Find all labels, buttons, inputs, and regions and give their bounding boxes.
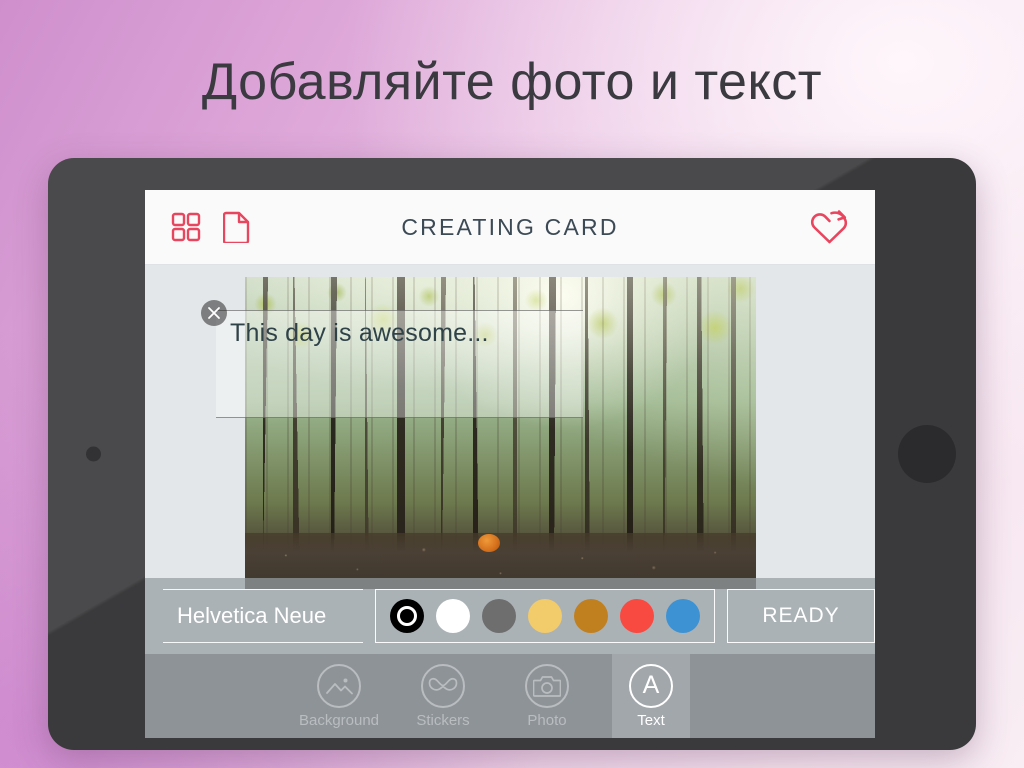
color-swatch-blue[interactable] [666,599,700,633]
text-overlay-box[interactable]: This day is awesome... [216,310,583,418]
font-selector[interactable]: Helvetica Neue [163,589,363,643]
image-icon [317,663,361,708]
navbar: CREATING CARD [145,190,875,265]
bottom-tabbar: Background Stickers Photo A Text [145,654,875,738]
navbar-left-actions [145,211,251,243]
tab-stickers[interactable]: Stickers [404,654,482,738]
home-button[interactable] [898,425,956,483]
text-overlay-value[interactable]: This day is awesome... [216,311,489,348]
photo-pumpkin [477,533,500,552]
page-title: CREATING CARD [401,213,619,240]
tab-background[interactable]: Background [298,654,380,738]
tab-stickers-label: Stickers [416,711,470,729]
grid-icon[interactable] [171,212,201,242]
tab-text-label: Text [637,711,665,729]
color-swatch-gold[interactable] [528,599,562,633]
mustache-icon [421,663,465,708]
tab-photo[interactable]: Photo [508,654,586,738]
ready-button-label: READY [762,604,840,627]
camera-icon [525,663,569,708]
color-swatch-row[interactable] [375,589,715,643]
tablet-device: CREATING CARD This day is awesome... Hel… [48,158,976,750]
font-name-label: Helvetica Neue [177,603,327,628]
page-icon[interactable] [223,211,251,243]
ready-button[interactable]: READY [727,589,875,643]
close-icon[interactable] [201,300,227,326]
tab-background-label: Background [298,711,380,729]
color-swatch-brown[interactable] [574,599,608,633]
heart-share-icon[interactable] [809,209,849,245]
navbar-right-actions [809,209,875,245]
card-canvas[interactable]: This day is awesome... Helvetica Neue RE… [145,265,875,654]
tab-text[interactable]: A Text [612,654,690,738]
front-camera-icon [86,446,101,462]
letter-a-glyph: A [642,671,660,699]
color-swatch-white[interactable] [436,599,470,633]
color-swatch-black[interactable] [390,599,424,633]
text-options-bar: Helvetica Neue READY [145,578,875,654]
color-swatch-red[interactable] [620,599,654,633]
letter-a-icon: A [629,663,673,708]
promo-headline: Добавляйте фото и текст [201,53,823,111]
color-swatch-gray[interactable] [482,599,516,633]
tab-photo-label: Photo [527,711,567,729]
app-screen: CREATING CARD This day is awesome... Hel… [145,190,875,738]
